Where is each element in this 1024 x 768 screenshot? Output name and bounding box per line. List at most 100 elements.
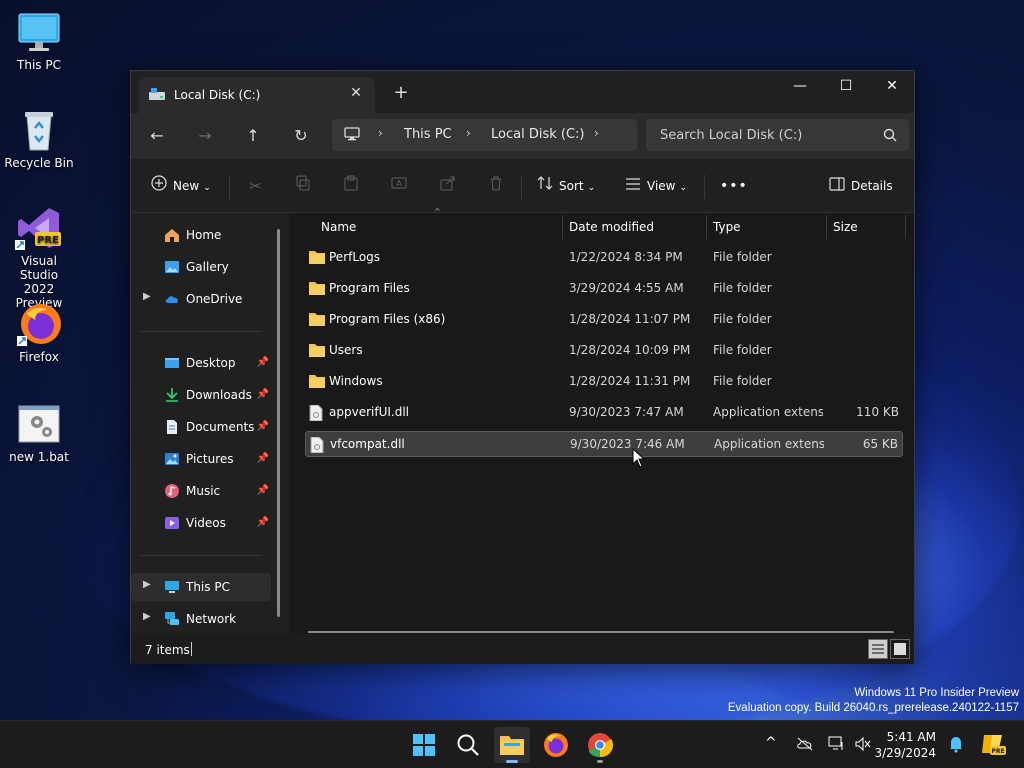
sidebar-item-this-pc[interactable]: ▶ This PC: [131, 573, 271, 601]
folder-icon: [309, 281, 325, 295]
copy-icon[interactable]: [295, 175, 311, 197]
chevron-right-icon[interactable]: ▶: [143, 611, 151, 622]
address-bar[interactable]: › This PC › Local Disk (C:) ›: [332, 119, 637, 151]
chevron-right-icon[interactable]: ›: [378, 126, 383, 140]
tiles-view-button[interactable]: [890, 639, 910, 659]
breadcrumb-local-disk[interactable]: Local Disk (C:): [491, 127, 584, 142]
pin-icon[interactable]: 📌: [257, 389, 269, 400]
monitor-icon: [15, 8, 63, 56]
network-monitor-icon[interactable]: [828, 736, 846, 756]
recycle-bin-icon: [15, 106, 63, 154]
maximize-button[interactable]: ☐: [823, 71, 869, 103]
download-icon: [164, 387, 180, 403]
divider: [521, 175, 522, 199]
view-button[interactable]: View ⌄: [625, 175, 687, 197]
cut-icon[interactable]: ✂: [249, 175, 262, 197]
firefox-icon: [544, 733, 568, 757]
horizontal-scrollbar[interactable]: [308, 631, 894, 633]
pin-icon[interactable]: 📌: [257, 421, 269, 432]
up-button[interactable]: ↑: [239, 124, 267, 148]
column-header-type[interactable]: Type: [713, 213, 741, 241]
back-button[interactable]: ←: [143, 124, 171, 148]
tab-local-disk[interactable]: Local Disk (C:) ✕: [139, 77, 375, 113]
file-explorer-taskbar-button[interactable]: [494, 727, 530, 763]
table-row[interactable]: Users 1/28/2024 10:09 PM File folder: [305, 338, 903, 364]
column-header-date[interactable]: Date modified: [569, 213, 654, 241]
pin-icon[interactable]: 📌: [257, 357, 269, 368]
new-button[interactable]: New ⌄: [151, 175, 211, 197]
forward-button[interactable]: →: [191, 124, 219, 148]
chevron-right-icon[interactable]: ›: [594, 126, 599, 140]
details-pane-button[interactable]: Details: [829, 175, 893, 197]
sidebar-item-home[interactable]: Home: [131, 221, 271, 249]
column-header-size[interactable]: Size: [833, 213, 858, 241]
details-view-button[interactable]: [868, 639, 888, 659]
table-row-selected[interactable]: vfcompat.dll 9/30/2023 7:46 AM Applicati…: [305, 431, 903, 457]
sidebar-item-onedrive[interactable]: ▶ OneDrive: [131, 285, 271, 313]
system-clock[interactable]: 5:41 AM 3/29/2024: [874, 729, 936, 761]
table-row[interactable]: Program Files 3/29/2024 4:55 AM File fol…: [305, 276, 903, 302]
search-box[interactable]: [646, 119, 909, 151]
column-header-name[interactable]: Name: [321, 213, 356, 241]
pin-icon[interactable]: 📌: [257, 517, 269, 528]
search-icon[interactable]: [883, 128, 897, 142]
minimize-button[interactable]: —: [777, 71, 823, 103]
column-divider[interactable]: [562, 215, 563, 239]
column-divider[interactable]: [826, 215, 827, 239]
table-row[interactable]: appverifUI.dll 9/30/2023 7:47 AM Applica…: [305, 400, 903, 426]
column-divider[interactable]: [905, 215, 906, 239]
table-row[interactable]: PerfLogs 1/22/2024 8:34 PM File folder: [305, 245, 903, 271]
volume-muted-icon[interactable]: [854, 736, 872, 756]
pin-icon[interactable]: 📌: [257, 453, 269, 464]
tab-close-button[interactable]: ✕: [347, 84, 365, 102]
monitor-icon: [164, 579, 180, 595]
more-options-button[interactable]: •••: [720, 175, 748, 197]
sidebar-item-network[interactable]: ▶ Network: [131, 605, 271, 633]
desktop-icon-new-bat[interactable]: new 1.bat: [2, 400, 76, 464]
windows-logo-icon: [413, 734, 435, 756]
sidebar-item-music[interactable]: Music 📌: [131, 477, 271, 505]
delete-icon[interactable]: [488, 175, 504, 197]
search-input[interactable]: [646, 119, 876, 151]
sidebar-item-documents[interactable]: Documents 📌: [131, 413, 271, 441]
firefox-taskbar-button[interactable]: [538, 727, 574, 763]
sidebar-item-desktop[interactable]: Desktop 📌: [131, 349, 271, 377]
table-row[interactable]: Windows 1/28/2024 11:31 PM File folder: [305, 369, 903, 395]
sidebar-item-videos[interactable]: Videos 📌: [131, 509, 271, 537]
desktop-icon-recycle-bin[interactable]: Recycle Bin: [2, 106, 76, 170]
new-tab-button[interactable]: +: [391, 83, 411, 103]
sidebar-item-pictures[interactable]: Pictures 📌: [131, 445, 271, 473]
search-taskbar-button[interactable]: [450, 727, 486, 763]
paste-icon[interactable]: [343, 175, 359, 197]
table-row[interactable]: Program Files (x86) 1/28/2024 11:07 PM F…: [305, 307, 903, 333]
refresh-button[interactable]: ↻: [287, 124, 315, 148]
chrome-taskbar-button[interactable]: [582, 727, 618, 763]
sidebar-item-gallery[interactable]: Gallery: [131, 253, 271, 281]
desktop-icon-visual-studio[interactable]: PRE Visual Studio 2022 Preview: [2, 204, 76, 310]
onedrive-offline-icon[interactable]: [796, 736, 814, 756]
home-icon: [164, 227, 180, 243]
show-hidden-icons-button[interactable]: ^: [765, 735, 777, 751]
share-icon[interactable]: [440, 175, 456, 197]
pin-icon[interactable]: 📌: [257, 485, 269, 496]
breadcrumb-this-pc[interactable]: This PC: [404, 127, 452, 142]
chevron-right-icon[interactable]: ▶: [143, 291, 151, 302]
music-icon: [164, 483, 180, 499]
desktop-icon-firefox[interactable]: Firefox: [2, 300, 76, 364]
start-button[interactable]: [406, 727, 442, 763]
divider: [141, 331, 261, 332]
notification-bell-icon[interactable]: [948, 735, 964, 757]
copilot-pre-icon[interactable]: PRE: [980, 731, 1006, 761]
chevron-right-icon[interactable]: ▶: [143, 579, 151, 590]
rename-icon[interactable]: A: [391, 175, 407, 197]
watermark-line-2: Evaluation copy. Build 26040.rs_prerelea…: [727, 702, 1019, 714]
network-icon: [164, 611, 180, 627]
close-window-button[interactable]: ✕: [869, 71, 915, 103]
sort-button[interactable]: Sort ⌄: [537, 175, 595, 197]
sidebar-item-downloads[interactable]: Downloads 📌: [131, 381, 271, 409]
pre-badge: PRE: [37, 235, 59, 246]
desktop-icon-this-pc[interactable]: This PC: [2, 8, 76, 72]
column-divider[interactable]: [706, 215, 707, 239]
sidebar-scrollbar[interactable]: [277, 229, 280, 617]
chevron-right-icon[interactable]: ›: [466, 126, 471, 140]
